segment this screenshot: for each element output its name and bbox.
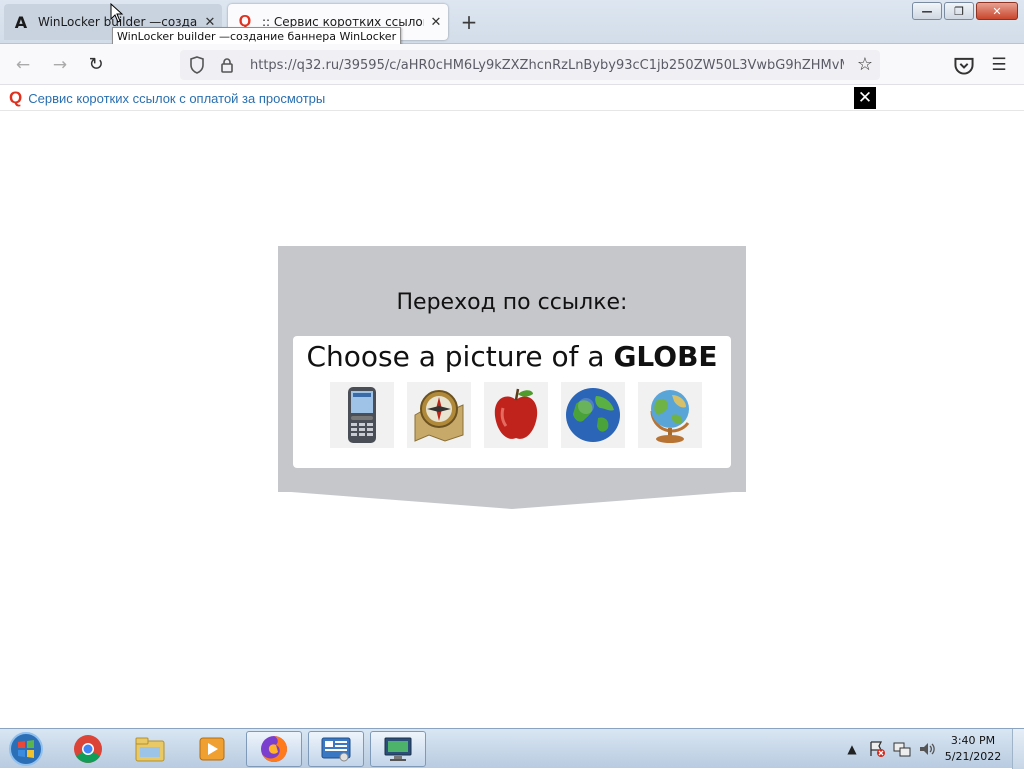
new-tab-button[interactable]: +: [456, 10, 482, 36]
media-player-icon: [199, 737, 225, 761]
captcha-prompt: Choose a picture of a GLOBE: [293, 340, 731, 373]
bookmark-star-icon[interactable]: ☆: [852, 52, 878, 78]
site-header: Q Сервис коротких ссылок с оплатой за пр…: [0, 86, 1024, 111]
site-header-link[interactable]: Сервис коротких ссылок с оплатой за прос…: [28, 91, 325, 106]
explorer-icon: [135, 737, 165, 762]
captcha-target-word: GLOBE: [613, 340, 718, 373]
minimize-icon: —: [921, 4, 933, 18]
captcha-panel: Переход по ссылке: Choose a picture of a…: [278, 246, 746, 492]
minimize-button[interactable]: —: [912, 2, 942, 20]
panel-heading: Переход по ссылке:: [396, 290, 628, 315]
window-controls: — ❐ ✕: [912, 2, 1018, 20]
taskbar-firefox[interactable]: [246, 731, 302, 767]
captcha-prompt-prefix: Choose a picture of a: [306, 340, 614, 373]
captcha-choices: [330, 382, 702, 448]
close-tab-icon[interactable]: ✕: [424, 15, 448, 30]
network-icon[interactable]: [892, 739, 912, 759]
address-bar[interactable]: https://q32.ru/39595/c/aHR0cHM6Ly9kZXZhc…: [180, 50, 880, 80]
choice-phone[interactable]: [330, 382, 394, 448]
show-desktop-button[interactable]: [1012, 729, 1024, 769]
restore-button[interactable]: ❐: [944, 2, 974, 20]
q32-logo-icon: Q: [9, 88, 23, 107]
restore-icon: ❐: [954, 4, 964, 18]
phone-icon: [348, 387, 376, 443]
mouse-cursor-icon: [110, 3, 124, 23]
apple-icon: [494, 388, 538, 439]
earth-icon: [566, 388, 620, 442]
reload-button[interactable]: ↻: [83, 52, 109, 78]
close-window-button[interactable]: ✕: [976, 2, 1018, 20]
back-button[interactable]: ←: [10, 52, 36, 78]
firefox-icon: [261, 736, 287, 762]
chrome-icon: [74, 735, 102, 763]
hamburger-menu-icon[interactable]: ☰: [988, 52, 1010, 78]
show-hidden-icons-icon[interactable]: ▲: [842, 739, 862, 759]
taskbar-control-panel[interactable]: [308, 731, 364, 767]
close-banner-button[interactable]: ✕: [854, 87, 876, 109]
taskbar-explorer[interactable]: [122, 731, 178, 767]
taskbar: ▲ 3:40 PM 5/21/2022: [0, 728, 1024, 769]
remote-desktop-icon: [384, 737, 412, 761]
pocket-icon[interactable]: [953, 52, 975, 78]
letter-a-icon: A: [14, 12, 28, 32]
panel-pointer: [278, 491, 746, 509]
choice-globe[interactable]: [638, 382, 702, 448]
clock-time: 3:40 PM: [950, 734, 996, 747]
desk-globe-icon: [650, 390, 690, 443]
clock-date: 5/21/2022: [944, 750, 1002, 763]
start-button[interactable]: [4, 730, 48, 768]
choice-compass[interactable]: [407, 382, 471, 448]
taskbar-chrome[interactable]: [60, 731, 116, 767]
lock-icon[interactable]: [218, 57, 236, 73]
tracking-shield-icon[interactable]: [188, 56, 206, 74]
volume-icon[interactable]: [917, 739, 937, 759]
choice-earth[interactable]: [561, 382, 625, 448]
clock[interactable]: 3:40 PM 5/21/2022: [940, 733, 1006, 765]
choice-apple[interactable]: [484, 382, 548, 448]
system-tray: ▲: [842, 729, 942, 769]
navigation-bar: ← → ↻ https://q32.ru/39595/c/aHR0cHM6Ly9…: [0, 44, 1024, 85]
taskbar-media-player[interactable]: [184, 731, 240, 767]
action-center-icon[interactable]: [867, 739, 887, 759]
taskbar-remote-desktop[interactable]: [370, 731, 426, 767]
close-icon: ✕: [992, 4, 1002, 18]
control-panel-icon: [321, 737, 351, 762]
compass-map-icon: [414, 390, 464, 442]
url-text[interactable]: https://q32.ru/39595/c/aHR0cHM6Ly9kZXZhc…: [250, 58, 844, 73]
forward-button[interactable]: →: [47, 52, 73, 78]
captcha-box: Choose a picture of a GLOBE: [293, 336, 731, 468]
